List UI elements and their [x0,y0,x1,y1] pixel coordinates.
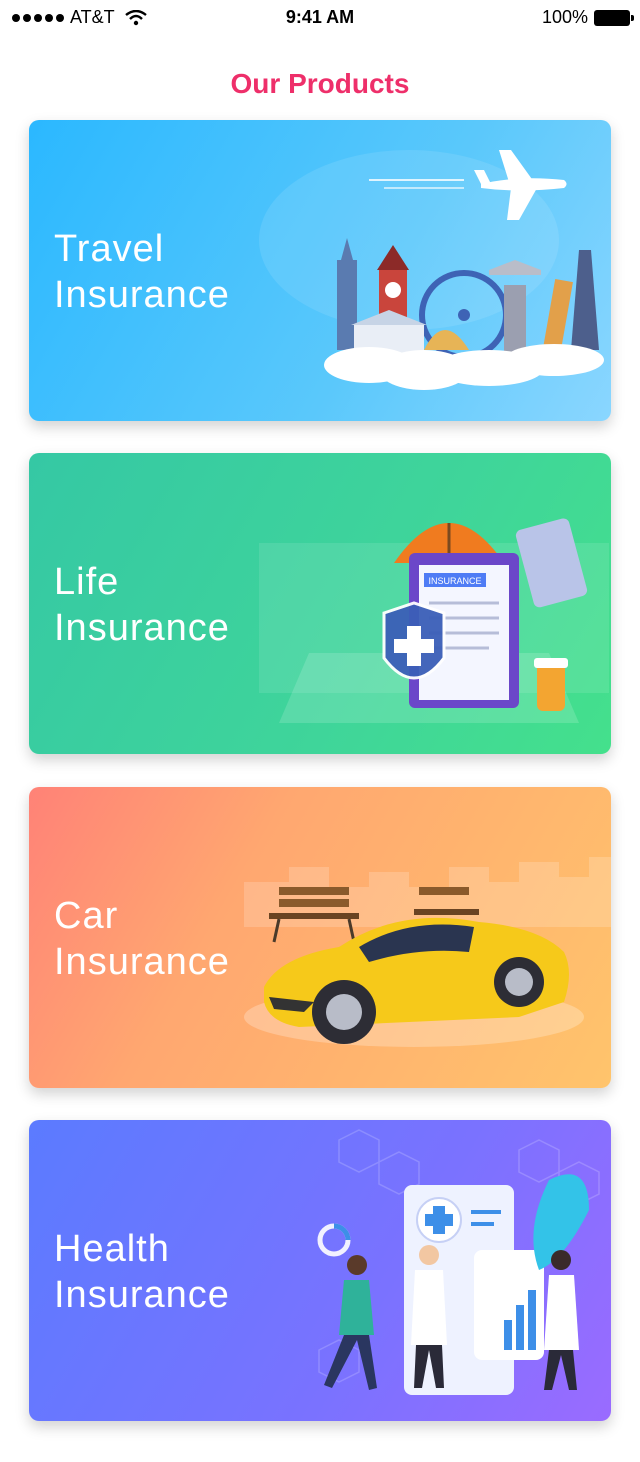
battery-status: 100% [541,7,634,28]
battery-icon [594,9,634,26]
travel-insurance-card[interactable]: Travel Insurance [29,120,611,421]
card-title-line2: Insurance [54,1274,230,1316]
progress-ring-icon [317,1223,351,1257]
card-title: Car Insurance [54,893,230,985]
card-title-line1: Health [54,1228,170,1270]
health-insurance-card[interactable]: Health Insurance [29,1120,611,1421]
form-label: INSURANCE [428,576,481,586]
clouds-icon [324,344,604,390]
life-insurance-card[interactable]: Life Insurance INSURANCE [29,453,611,754]
card-title: Travel Insurance [54,226,230,318]
shield-icon [382,601,446,680]
card-title-line2: Insurance [54,274,230,316]
battery-percent: 100% [541,7,588,27]
card-title-line1: Car [54,895,119,937]
card-title: Life Insurance [54,559,230,651]
health-illustration [317,1129,600,1395]
card-title: Health Insurance [54,1226,230,1318]
card-title-line2: Insurance [54,607,230,649]
car-insurance-card[interactable]: Car Insurance [29,787,611,1088]
car-illustration [244,857,611,1047]
life-insurance-illustration: INSURANCE [259,518,609,723]
travel-landmarks-illustration [259,150,604,390]
card-title-line2: Insurance [54,941,230,983]
card-title-line1: Life [54,561,120,603]
status-bar: AT&T 9:41 AM 100% [0,0,640,36]
card-title-line1: Travel [54,228,165,270]
page-title: Our Products [230,68,410,99]
